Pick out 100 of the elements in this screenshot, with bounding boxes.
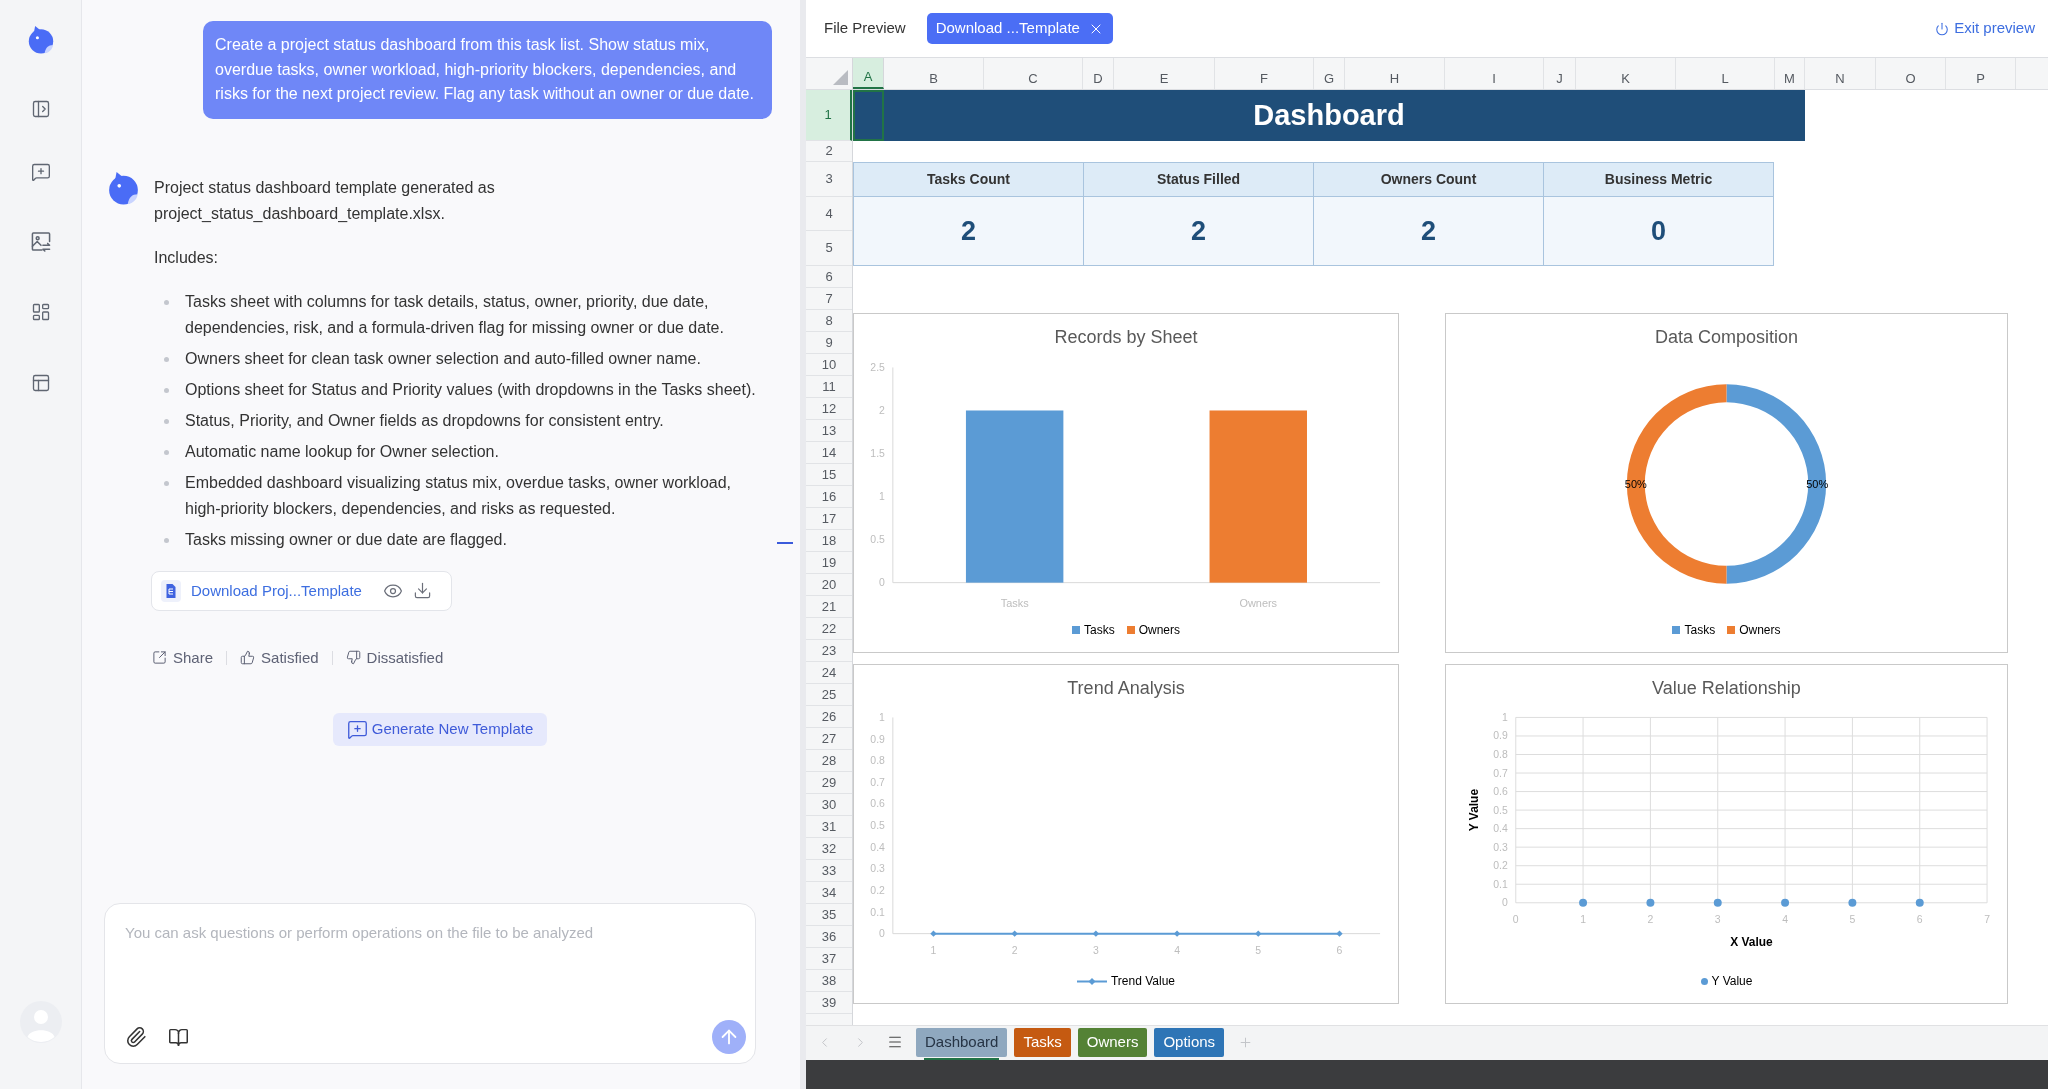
- resize-handle[interactable]: [777, 542, 793, 544]
- row-header[interactable]: 18: [806, 530, 852, 552]
- row-header[interactable]: 14: [806, 442, 852, 464]
- list-item-text: Embedded dashboard visualizing status mix, overdue tasks, owner workload, high-priority blockers, dependencies, and risks as requested.: [185, 472, 733, 519]
- row-header[interactable]: 28: [806, 750, 852, 772]
- row-header[interactable]: 15: [806, 464, 852, 486]
- column-header[interactable]: A: [853, 58, 884, 89]
- column-header[interactable]: E: [1114, 58, 1215, 89]
- axis-tick-label: 2: [879, 404, 885, 416]
- column-header[interactable]: D: [1083, 58, 1114, 89]
- row-header[interactable]: 37: [806, 948, 852, 970]
- column-header[interactable]: L: [1676, 58, 1775, 89]
- row-header[interactable]: 19: [806, 552, 852, 574]
- file-tab[interactable]: Download ...Template: [926, 13, 1113, 44]
- row-header[interactable]: 34: [806, 882, 852, 904]
- column-header[interactable]: C: [984, 58, 1083, 89]
- column-header[interactable]: P: [1946, 58, 2016, 89]
- row-header[interactable]: 4: [806, 197, 852, 231]
- book-icon[interactable]: [168, 1026, 189, 1048]
- row-header[interactable]: 20: [806, 574, 852, 596]
- layout-icon[interactable]: [30, 302, 51, 322]
- message-input[interactable]: You can ask questions or perform operations on the file to be analyzed: [105, 904, 755, 1004]
- metric-label-cell: Status Filled: [1083, 162, 1314, 197]
- row-header[interactable]: 24: [806, 662, 852, 684]
- dislike-button[interactable]: Dissatisfied: [345, 647, 444, 668]
- row-header[interactable]: 27: [806, 728, 852, 750]
- column-header[interactable]: N: [1805, 58, 1876, 89]
- column-header[interactable]: G: [1314, 58, 1345, 89]
- sheet-tab[interactable]: Options: [1154, 1028, 1225, 1057]
- download-link[interactable]: Download Proj...Template: [191, 577, 362, 604]
- axis-tick-label: 1: [879, 491, 885, 503]
- row-header[interactable]: 12: [806, 398, 852, 420]
- image-swap-icon[interactable]: [30, 232, 51, 252]
- like-button[interactable]: Satisfied: [240, 647, 319, 668]
- row-header[interactable]: 5: [806, 231, 852, 266]
- column-header[interactable]: B: [884, 58, 984, 89]
- paperclip-icon[interactable]: [125, 1026, 147, 1048]
- row-header[interactable]: 25: [806, 684, 852, 706]
- row-header[interactable]: 2: [806, 141, 852, 162]
- bullet-icon: [164, 299, 169, 305]
- axis-tick-label: 2.5: [870, 361, 885, 373]
- row-header[interactable]: 7: [806, 288, 852, 310]
- row-header[interactable]: 38: [806, 970, 852, 992]
- message-plus-icon[interactable]: [30, 162, 51, 182]
- column-header[interactable]: I: [1445, 58, 1544, 89]
- legend-label: Tasks: [1084, 623, 1115, 637]
- column-header[interactable]: O: [1876, 58, 1946, 89]
- row-header[interactable]: 23: [806, 640, 852, 662]
- axis-tick-label: 1.5: [870, 448, 885, 459]
- row-header[interactable]: 22: [806, 618, 852, 640]
- row-header[interactable]: 35: [806, 904, 852, 926]
- row-header[interactable]: 32: [806, 838, 852, 860]
- row-header[interactable]: 11: [806, 376, 852, 398]
- axis-tick-label: 0: [1501, 897, 1508, 909]
- row-header[interactable]: 1: [806, 90, 852, 141]
- bullet-icon: [164, 356, 169, 362]
- column-header[interactable]: K: [1576, 58, 1676, 89]
- row-header[interactable]: 21: [806, 596, 852, 618]
- row-header[interactable]: 29: [806, 772, 852, 794]
- row-header[interactable]: 26: [806, 706, 852, 728]
- list-item-text: Tasks sheet with columns for task details, status, owner, priority, due date, dependencies, risk, and a formula-driven flag for missing owner or due date.: [185, 291, 725, 338]
- message-composer[interactable]: You can ask questions or perform operations on the file to be analyzed: [104, 903, 756, 1064]
- sheet-tab[interactable]: Tasks: [1014, 1028, 1071, 1057]
- share-button[interactable]: Share: [152, 647, 214, 668]
- axis-tick-label: 0.5: [870, 820, 885, 832]
- legend-label: Y Value: [1711, 974, 1753, 988]
- row-header[interactable]: 36: [806, 926, 852, 948]
- row-header[interactable]: 10: [806, 354, 852, 376]
- sheet-tab[interactable]: Owners: [1077, 1028, 1148, 1057]
- download-icon[interactable]: [413, 581, 432, 600]
- row-header[interactable]: 30: [806, 794, 852, 816]
- column-header[interactable]: J: [1544, 58, 1576, 89]
- axis-tick-label: 1: [1501, 711, 1508, 723]
- axis-tick-label: 0.3: [870, 863, 885, 875]
- column-header[interactable]: H: [1345, 58, 1445, 89]
- row-header[interactable]: 39: [806, 992, 852, 1014]
- row-header[interactable]: 17: [806, 508, 852, 530]
- bird-avatar-icon: [107, 171, 140, 205]
- metric-value-cell: 2: [1313, 197, 1544, 266]
- reply-text: Project status dashboard template generated as project_status_dashboard_template.xlsx.: [154, 177, 496, 224]
- row-header[interactable]: 33: [806, 860, 852, 882]
- column-header[interactable]: M: [1775, 58, 1805, 89]
- exit-preview-button[interactable]: Exit preview: [1935, 17, 2035, 40]
- axis-tick-label: 0.5: [870, 534, 885, 546]
- panel-toggle-icon[interactable]: [30, 99, 51, 119]
- axis-tick-label: 3: [1714, 913, 1721, 925]
- menu-icon[interactable]: [887, 1034, 903, 1050]
- row-header[interactable]: 6: [806, 266, 852, 288]
- axis-tick-label: 0.4: [870, 841, 885, 853]
- panel-layout-icon[interactable]: [30, 373, 51, 393]
- row-header[interactable]: 3: [806, 162, 852, 197]
- generate-template-button[interactable]: Generate New Template: [332, 712, 548, 746]
- row-header[interactable]: 8: [806, 310, 852, 332]
- row-header[interactable]: 9: [806, 332, 852, 354]
- axis-tick-label: 0.7: [1493, 767, 1508, 779]
- row-header[interactable]: 13: [806, 420, 852, 442]
- row-header[interactable]: 16: [806, 486, 852, 508]
- sheet-tab[interactable]: Dashboard: [916, 1028, 1008, 1057]
- row-header[interactable]: 31: [806, 816, 852, 838]
- column-header[interactable]: F: [1215, 58, 1314, 89]
